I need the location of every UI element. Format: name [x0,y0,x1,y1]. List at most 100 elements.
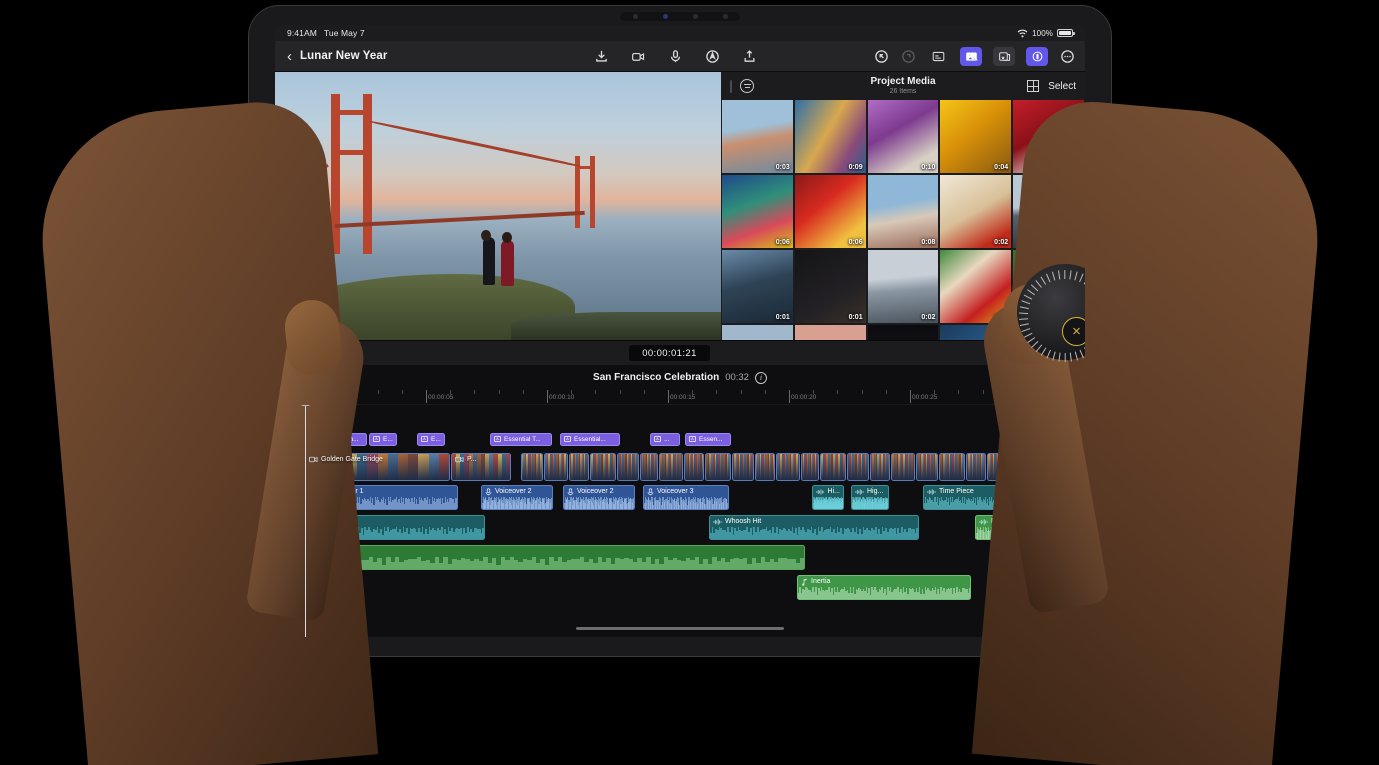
timeline-clip[interactable]: Voiceover 2 [481,485,553,510]
media-thumbnail[interactable] [940,325,1011,340]
play-icon[interactable] [287,348,296,358]
ruler-tick [886,390,887,394]
timeline-clip[interactable]: Voiceover 3 [643,485,729,510]
timeline-clip[interactable] [776,453,800,481]
playhead-handle[interactable] [301,405,310,406]
media-thumbnail[interactable]: 0:10 [868,100,939,173]
media-thumbnail[interactable]: 0:09 [795,100,866,173]
timeline-clip[interactable]: AEssential T... [490,433,552,446]
voiceover-icon[interactable] [1026,47,1048,66]
media-thumbnail[interactable]: 0:01 [795,250,866,323]
timeline-clip[interactable]: AE... [369,433,397,446]
timeline-clip[interactable]: Whoosh Hit [709,515,919,540]
media-thumbnail[interactable] [722,325,793,340]
captions-icon[interactable] [927,47,949,66]
thumbnail-image [795,175,866,248]
timeline-clip[interactable] [939,453,965,481]
more-ellipsis-icon[interactable] [1059,48,1075,64]
timeline-clip[interactable]: AE... [417,433,445,446]
chevron-left-icon[interactable]: ‹ [285,49,300,64]
timeline-clip[interactable] [1012,453,1034,481]
media-thumbnail[interactable] [795,325,866,340]
timeline-clip[interactable]: Voiceover 1 [313,485,458,510]
media-thumbnail[interactable]: 0:03 [722,100,793,173]
timeline-clip[interactable] [705,453,731,481]
effects-icon[interactable] [993,47,1015,66]
timeline-clip[interactable] [870,453,890,481]
compass-icon[interactable] [704,48,720,64]
timeline-clip[interactable]: Hig... [851,485,889,510]
panel-resize-handle[interactable] [730,80,732,93]
media-thumbnail[interactable]: 0:02 [868,250,939,323]
timeline-clip[interactable]: AEssen... [321,433,367,446]
timeline-clip[interactable]: ...in and Yang [275,545,805,570]
microphone-icon[interactable] [667,48,683,64]
timeline-clip[interactable]: Golden Gate Bridge [305,453,450,481]
timeline-clip[interactable] [820,453,846,481]
import-media-icon[interactable] [593,48,609,64]
timeline-clip[interactable]: A... [650,433,680,446]
timeline-ruler[interactable]: 00:00:0500:00:1000:00:1500:00:2000:00:25 [275,390,1085,405]
clip-label-text: Essential... [574,436,606,443]
playhead[interactable] [305,405,306,637]
media-thumbnail[interactable]: 0:04 [940,100,1011,173]
timeline-clip[interactable] [755,453,775,481]
toolbar-right-actions [873,47,1075,66]
page-title: Lunar New Year [300,50,387,62]
media-thumbnail[interactable]: 0:02 [940,250,1011,323]
media-thumbnail[interactable]: 0:08 [868,175,939,248]
grid-view-icon[interactable] [1027,80,1039,92]
media-thumbnail[interactable] [868,325,939,340]
media-thumbnail[interactable]: 0:01 [722,250,793,323]
timeline-clip[interactable]: AEssential... [560,433,620,446]
timeline-clip[interactable] [891,453,915,481]
timeline-clip[interactable] [640,453,658,481]
skip-to-end-icon[interactable] [313,344,325,362]
timeline-clip[interactable] [987,453,1011,481]
timeline-clip[interactable] [617,453,639,481]
timeline-clip[interactable] [569,453,589,481]
timeline-clip[interactable]: Voiceover 2 [563,485,635,510]
timeline-clip[interactable] [659,453,683,481]
audio-waveform [564,496,634,509]
timeline-clip[interactable]: AEssen... [685,433,731,446]
timeline-clip[interactable]: P... [451,453,511,481]
timeline-clip[interactable] [847,453,869,481]
media-thumbnail[interactable]: 0:02 [940,175,1011,248]
share-icon[interactable] [741,48,757,64]
info-icon[interactable]: i [755,372,767,384]
clip-filmstrip [685,454,703,480]
media-thumbnail[interactable]: 0:06 [722,175,793,248]
home-indicator [576,627,784,631]
clip-filmstrip [706,454,730,480]
list-options-icon[interactable] [740,79,754,93]
timeline-clip[interactable]: Inertia [797,575,971,600]
timecode-display[interactable]: 00:00:01:21 [629,345,710,361]
media-thumbnail[interactable]: 0:06 [795,175,866,248]
timeline-clip[interactable] [544,453,568,481]
dial-tick [1084,276,1085,284]
timeline-clip[interactable]: Hi... [812,485,844,510]
media-thumbnail[interactable]: 0:02 [1013,175,1084,248]
timeline-clip[interactable] [590,453,616,481]
timeline-clip[interactable]: Inertia [975,515,1065,540]
timeline-clip[interactable] [521,453,543,481]
timeline-clip[interactable]: Time Piece [923,485,1051,510]
timeline-clip[interactable] [684,453,704,481]
select-button[interactable]: Select [1048,81,1076,92]
media-library-icon[interactable] [960,47,982,66]
media-thumbnail[interactable]: 0:02 [1013,100,1084,173]
timeline-clip[interactable]: ...ight Winds [275,515,485,540]
video-preview[interactable] [275,72,721,340]
timeline-clip[interactable] [916,453,938,481]
timeline-clip[interactable] [966,453,986,481]
video-camera-icon[interactable] [630,48,646,64]
timeline-clip[interactable] [732,453,754,481]
timeline-clip[interactable] [801,453,819,481]
ruler-tick [595,390,596,394]
timeline-tracks[interactable]: AEssen...AE...AE...AEssential T...AEssen… [275,405,1085,637]
close-icon[interactable]: × [1062,317,1085,346]
ruler-tick [1007,390,1008,394]
magic-enhance-icon[interactable] [1038,370,1054,383]
undo-icon[interactable] [873,48,889,64]
